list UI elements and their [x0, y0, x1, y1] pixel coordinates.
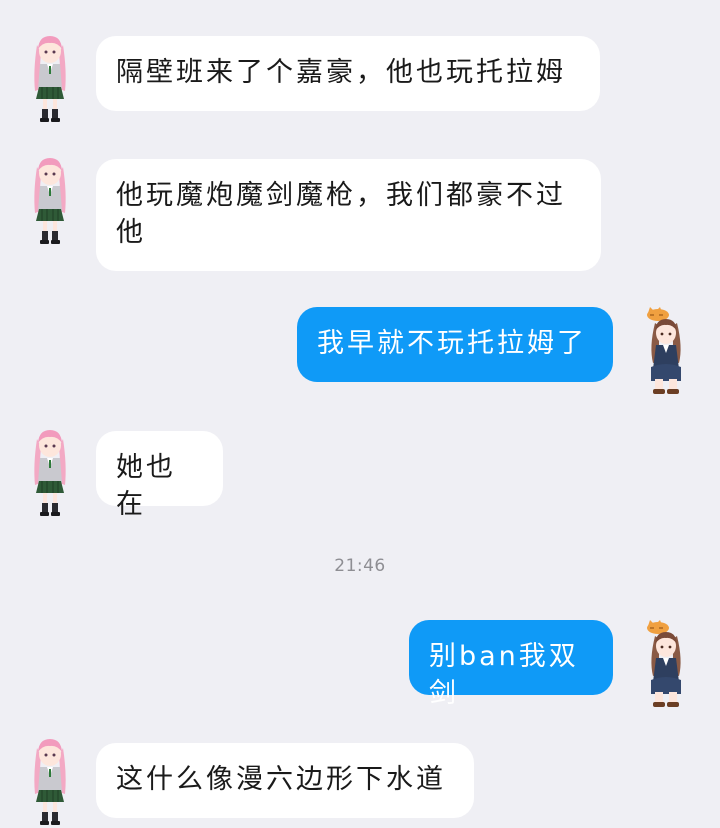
- message-bubble[interactable]: 他玩魔炮魔剑魔枪，我们都豪不过他: [96, 159, 601, 271]
- message-bubble[interactable]: 她也在: [96, 431, 223, 520]
- pink-haired-schoolgirl-avatar-icon[interactable]: [25, 425, 75, 519]
- pink-haired-schoolgirl-avatar-icon[interactable]: [25, 31, 75, 125]
- message-bubble[interactable]: 隔壁班来了个嘉豪，他也玩托拉姆: [96, 36, 600, 111]
- chat-view[interactable]: 隔壁班来了个嘉豪，他也玩托拉姆 他玩魔炮魔剑魔枪，我们都豪不过他 我早就不玩托拉…: [0, 0, 720, 781]
- pink-haired-schoolgirl-avatar-icon[interactable]: [25, 734, 75, 828]
- message-bubble[interactable]: 我早就不玩托拉姆了: [297, 307, 613, 382]
- message-bubble[interactable]: 别ban我双剑: [409, 620, 613, 709]
- time-divider: 21:46: [334, 556, 386, 576]
- brown-haired-girl-with-cat-avatar-icon[interactable]: [641, 620, 691, 714]
- pink-haired-schoolgirl-avatar-icon[interactable]: [25, 153, 75, 247]
- brown-haired-girl-with-cat-avatar-icon[interactable]: [641, 307, 691, 401]
